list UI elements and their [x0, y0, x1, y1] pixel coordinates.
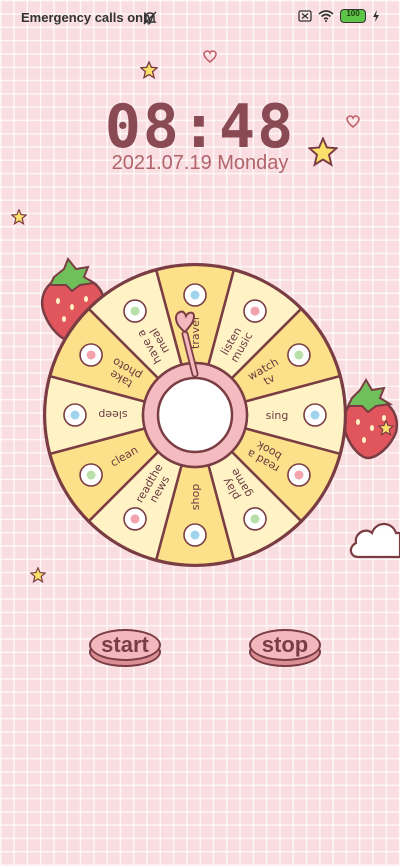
carrier-text: Emergency calls only	[21, 10, 154, 25]
star-icon	[30, 567, 46, 583]
broom-icon	[79, 463, 103, 487]
star-icon	[378, 420, 394, 436]
wheel-label: shop	[189, 484, 202, 510]
airplane-icon	[183, 283, 207, 307]
wheel-hub-center	[156, 376, 234, 454]
news-icon	[123, 507, 147, 531]
battery-level: 100	[346, 9, 360, 18]
vinyl-record-icon	[243, 299, 267, 323]
camera-icon	[79, 343, 103, 367]
microphone-icon	[303, 403, 327, 427]
book-icon	[287, 463, 311, 487]
start-button[interactable]: start	[89, 629, 161, 669]
wifi-icon	[318, 10, 334, 22]
star-icon	[140, 61, 158, 79]
stop-button-label: stop	[249, 629, 321, 661]
bell-muted-icon	[143, 11, 157, 25]
start-button-label: start	[89, 629, 161, 661]
gamepad-icon	[243, 507, 267, 531]
tv-icon	[287, 343, 311, 367]
stop-button[interactable]: stop	[249, 629, 321, 669]
wheel-label: sing	[266, 409, 289, 422]
lockscreen-date: 2021.07.19 Monday	[111, 152, 289, 174]
wheel-label: sleep	[98, 408, 127, 421]
star-icon	[11, 209, 27, 225]
status-bar: Emergency calls only 100	[0, 0, 400, 36]
star-icon	[308, 137, 338, 167]
spin-wheel: travel listenmusicwatchtvsingread abookpl…	[43, 263, 347, 567]
nightcap-icon	[63, 403, 87, 427]
cloud-icon	[349, 522, 400, 559]
rice-bowl-icon	[123, 299, 147, 323]
heart-icon	[346, 115, 360, 128]
shopping-bag-icon	[183, 523, 207, 547]
sim-none-icon	[298, 10, 312, 22]
charging-bolt-icon	[373, 10, 379, 22]
heart-icon	[203, 50, 217, 63]
battery-icon: 100	[340, 9, 366, 23]
